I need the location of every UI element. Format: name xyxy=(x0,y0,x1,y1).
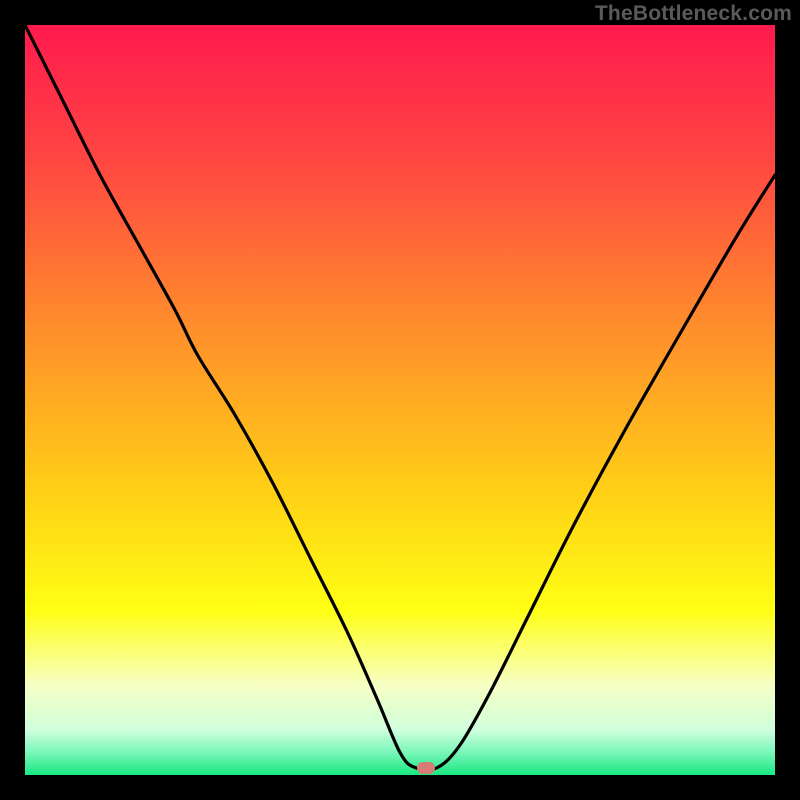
plot-area xyxy=(25,25,775,775)
optimal-point-marker xyxy=(417,762,435,774)
watermark-text: TheBottleneck.com xyxy=(595,2,792,26)
chart-frame: TheBottleneck.com xyxy=(0,0,800,800)
bottleneck-curve xyxy=(25,25,775,775)
